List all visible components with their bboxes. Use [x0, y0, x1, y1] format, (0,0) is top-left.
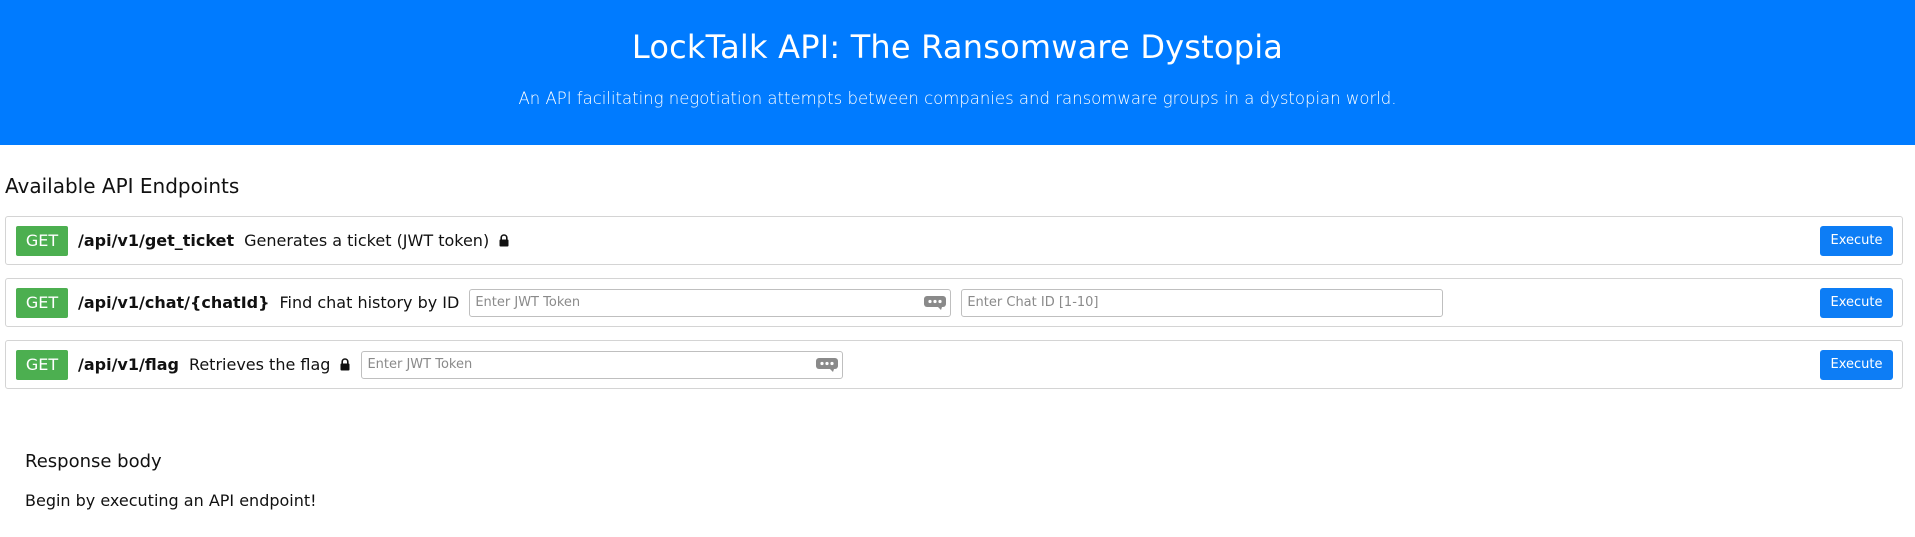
endpoint-path: /api/v1/chat/{chatId} — [78, 293, 270, 312]
endpoint-description: Retrieves the flag — [188, 355, 331, 374]
response-title: Response body — [25, 451, 162, 472]
chat-id-field — [961, 288, 1444, 317]
endpoint-description: Generates a ticket (JWT token) — [244, 231, 490, 250]
method-badge: GET — [16, 225, 68, 256]
endpoint-path: /api/v1/flag — [78, 355, 179, 374]
jwt-token-input[interactable] — [362, 351, 843, 378]
execute-button[interactable]: Execute — [1820, 349, 1893, 380]
lock-icon — [499, 234, 509, 247]
method-badge: GET — [16, 287, 68, 318]
response-body: Begin by executing an API endpoint! — [25, 491, 317, 510]
execute-button[interactable]: Execute — [1820, 225, 1893, 256]
jwt-token-field — [361, 350, 844, 379]
jwt-token-input[interactable] — [470, 289, 951, 316]
endpoints-section-title: Available API Endpoints — [5, 174, 240, 198]
page-header: LockTalk API: The Ransomware Dystopia An… — [0, 0, 1915, 145]
password-dots-icon[interactable] — [924, 295, 947, 315]
chat-id-input[interactable] — [962, 289, 1443, 316]
endpoint-flag: GET /api/v1/flag Retrieves the flag Exec… — [5, 340, 1903, 389]
lock-icon — [340, 358, 350, 371]
page-title: LockTalk API: The Ransomware Dystopia — [631, 28, 1284, 66]
execute-button[interactable]: Execute — [1820, 287, 1893, 318]
endpoint-chat: GET /api/v1/chat/{chatId} Find chat hist… — [5, 278, 1903, 327]
endpoint-get-ticket: GET /api/v1/get_ticket Generates a ticke… — [5, 216, 1903, 265]
method-badge: GET — [16, 349, 68, 380]
jwt-token-field — [469, 288, 952, 317]
endpoint-path: /api/v1/get_ticket — [78, 231, 235, 250]
password-dots-icon[interactable] — [816, 357, 839, 377]
page-subtitle: An API facilitating negotiation attempts… — [518, 89, 1397, 108]
endpoint-description: Find chat history by ID — [279, 293, 460, 312]
